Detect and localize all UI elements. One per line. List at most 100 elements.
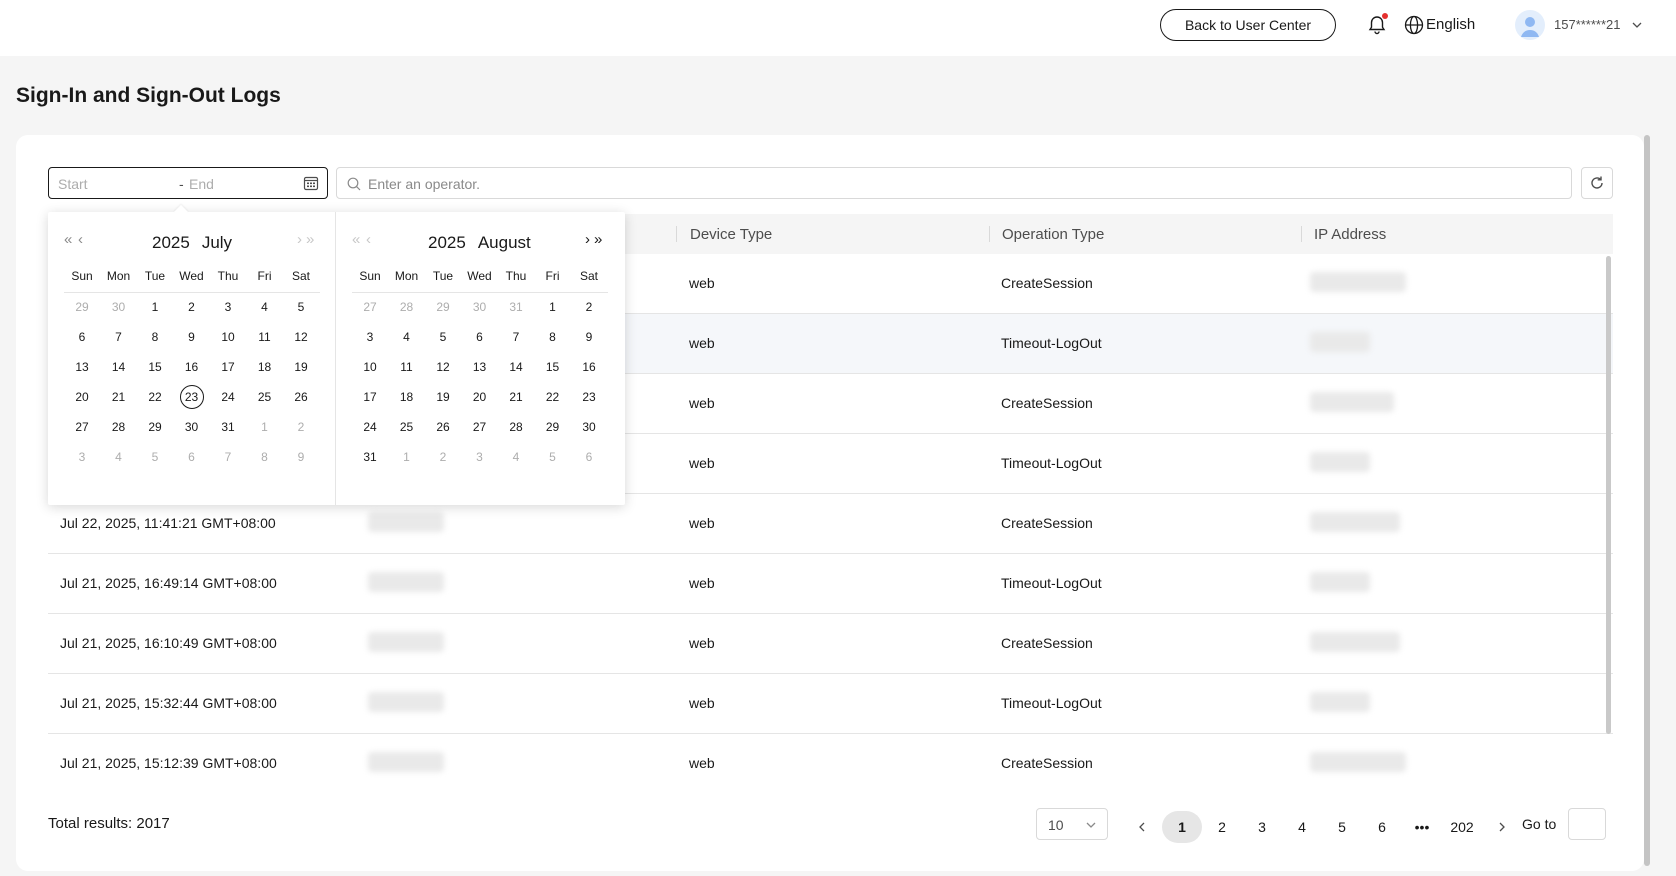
page-button[interactable]: 2 — [1202, 811, 1242, 843]
table-row[interactable]: Jul 21, 2025, 15:12:39 GMT+08:00 web Cre… — [48, 734, 1613, 792]
page-button[interactable]: 4 — [1282, 811, 1322, 843]
calendar-day[interactable]: 2 — [283, 415, 319, 439]
calendar-day[interactable]: 2 — [571, 295, 607, 319]
calendar-day[interactable]: 31 — [210, 415, 246, 439]
calendar-day[interactable]: 27 — [64, 415, 100, 439]
calendar-day[interactable]: 8 — [137, 325, 173, 349]
calendar-day[interactable]: 13 — [64, 355, 100, 379]
calendar-day[interactable]: 15 — [535, 355, 571, 379]
calendar-day[interactable]: 24 — [210, 385, 246, 409]
calendar-day[interactable]: 5 — [137, 445, 173, 469]
calendar-day[interactable]: 18 — [247, 355, 283, 379]
calendar-day[interactable]: 28 — [498, 415, 534, 439]
end-date-field[interactable]: End — [189, 176, 214, 192]
calendar-day[interactable]: 6 — [64, 325, 100, 349]
refresh-button[interactable] — [1581, 167, 1613, 199]
calendar-day[interactable]: 16 — [174, 355, 210, 379]
calendar-day[interactable]: 23 — [174, 385, 210, 409]
calendar-day[interactable]: 7 — [210, 445, 246, 469]
header-year[interactable]: 2025 — [152, 233, 190, 252]
calendar-day[interactable]: 17 — [352, 385, 388, 409]
calendar-day[interactable]: 24 — [352, 415, 388, 439]
calendar-day[interactable]: 12 — [283, 325, 319, 349]
calendar-day[interactable]: 6 — [571, 445, 607, 469]
calendar-day[interactable]: 1 — [535, 295, 571, 319]
calendar-day[interactable]: 28 — [101, 415, 137, 439]
prev-month-button[interactable]: ‹ — [366, 232, 371, 248]
calendar-day[interactable]: 28 — [389, 295, 425, 319]
header-month[interactable]: August — [478, 233, 531, 252]
globe-icon[interactable] — [1404, 15, 1424, 35]
calendar-day[interactable]: 6 — [174, 445, 210, 469]
next-month-button[interactable]: › — [585, 232, 590, 248]
calendar-day[interactable]: 10 — [210, 325, 246, 349]
calendar-day[interactable]: 7 — [498, 325, 534, 349]
calendar-day[interactable]: 2 — [425, 445, 461, 469]
calendar-day[interactable]: 11 — [247, 325, 283, 349]
calendar-day[interactable]: 17 — [210, 355, 246, 379]
calendar-day[interactable]: 29 — [535, 415, 571, 439]
calendar-day[interactable]: 11 — [389, 355, 425, 379]
next-year-button[interactable]: » — [306, 232, 314, 248]
language-selector[interactable]: English — [1426, 16, 1475, 33]
table-row[interactable]: Jul 21, 2025, 15:32:44 GMT+08:00 web Tim… — [48, 674, 1613, 734]
header-year[interactable]: 2025 — [428, 233, 466, 252]
calendar-day[interactable]: 30 — [571, 415, 607, 439]
calendar-day[interactable]: 1 — [137, 295, 173, 319]
calendar-day[interactable]: 18 — [389, 385, 425, 409]
calendar-day[interactable]: 20 — [64, 385, 100, 409]
calendar-day[interactable]: 4 — [101, 445, 137, 469]
calendar-day[interactable]: 30 — [174, 415, 210, 439]
avatar[interactable] — [1515, 10, 1545, 40]
calendar-day[interactable]: 3 — [210, 295, 246, 319]
calendar-day[interactable]: 27 — [462, 415, 498, 439]
calendar-day[interactable]: 7 — [101, 325, 137, 349]
calendar-day[interactable]: 19 — [425, 385, 461, 409]
calendar-day[interactable]: 5 — [425, 325, 461, 349]
calendar-day[interactable]: 30 — [462, 295, 498, 319]
chevron-down-icon[interactable] — [1631, 19, 1643, 31]
page-scrollbar[interactable] — [1644, 135, 1650, 866]
calendar-day[interactable]: 15 — [137, 355, 173, 379]
prev-page-icon[interactable] — [1136, 821, 1148, 833]
calendar-day[interactable]: 31 — [352, 445, 388, 469]
calendar-day[interactable]: 6 — [462, 325, 498, 349]
date-range-input[interactable]: Start - End — [48, 167, 328, 199]
table-row[interactable]: Jul 21, 2025, 16:49:14 GMT+08:00 web Tim… — [48, 554, 1613, 614]
calendar-day[interactable]: 2 — [174, 295, 210, 319]
calendar-day[interactable]: 4 — [247, 295, 283, 319]
calendar-day[interactable]: 19 — [283, 355, 319, 379]
calendar-day[interactable]: 29 — [64, 295, 100, 319]
calendar-day[interactable]: 26 — [283, 385, 319, 409]
next-page-icon[interactable] — [1496, 821, 1508, 833]
calendar-day[interactable]: 25 — [389, 415, 425, 439]
calendar-day[interactable]: 26 — [425, 415, 461, 439]
calendar-day[interactable]: 4 — [389, 325, 425, 349]
next-year-button[interactable]: » — [594, 232, 602, 248]
calendar-day[interactable]: 3 — [352, 325, 388, 349]
calendar-day[interactable]: 1 — [389, 445, 425, 469]
page-button[interactable]: 5 — [1322, 811, 1362, 843]
calendar-day[interactable]: 9 — [283, 445, 319, 469]
calendar-day[interactable]: 12 — [425, 355, 461, 379]
calendar-day[interactable]: 3 — [462, 445, 498, 469]
table-scrollbar[interactable] — [1606, 256, 1611, 734]
calendar-day[interactable]: 14 — [101, 355, 137, 379]
calendar-day[interactable]: 16 — [571, 355, 607, 379]
calendar-day[interactable]: 9 — [174, 325, 210, 349]
header-month[interactable]: July — [202, 233, 232, 252]
calendar-day[interactable]: 22 — [535, 385, 571, 409]
calendar-day[interactable]: 13 — [462, 355, 498, 379]
pagination-ellipsis[interactable]: ••• — [1402, 811, 1442, 843]
calendar-day[interactable]: 25 — [247, 385, 283, 409]
calendar-day[interactable]: 9 — [571, 325, 607, 349]
page-button[interactable]: 3 — [1242, 811, 1282, 843]
prev-year-button[interactable]: « — [64, 232, 72, 248]
table-row[interactable]: Jul 21, 2025, 16:10:49 GMT+08:00 web Cre… — [48, 614, 1613, 674]
calendar-day[interactable]: 22 — [137, 385, 173, 409]
calendar-day[interactable]: 1 — [247, 415, 283, 439]
calendar-day[interactable]: 31 — [498, 295, 534, 319]
page-button[interactable]: 202 — [1442, 811, 1482, 843]
goto-page-input[interactable] — [1568, 808, 1606, 840]
prev-year-button[interactable]: « — [352, 232, 360, 248]
